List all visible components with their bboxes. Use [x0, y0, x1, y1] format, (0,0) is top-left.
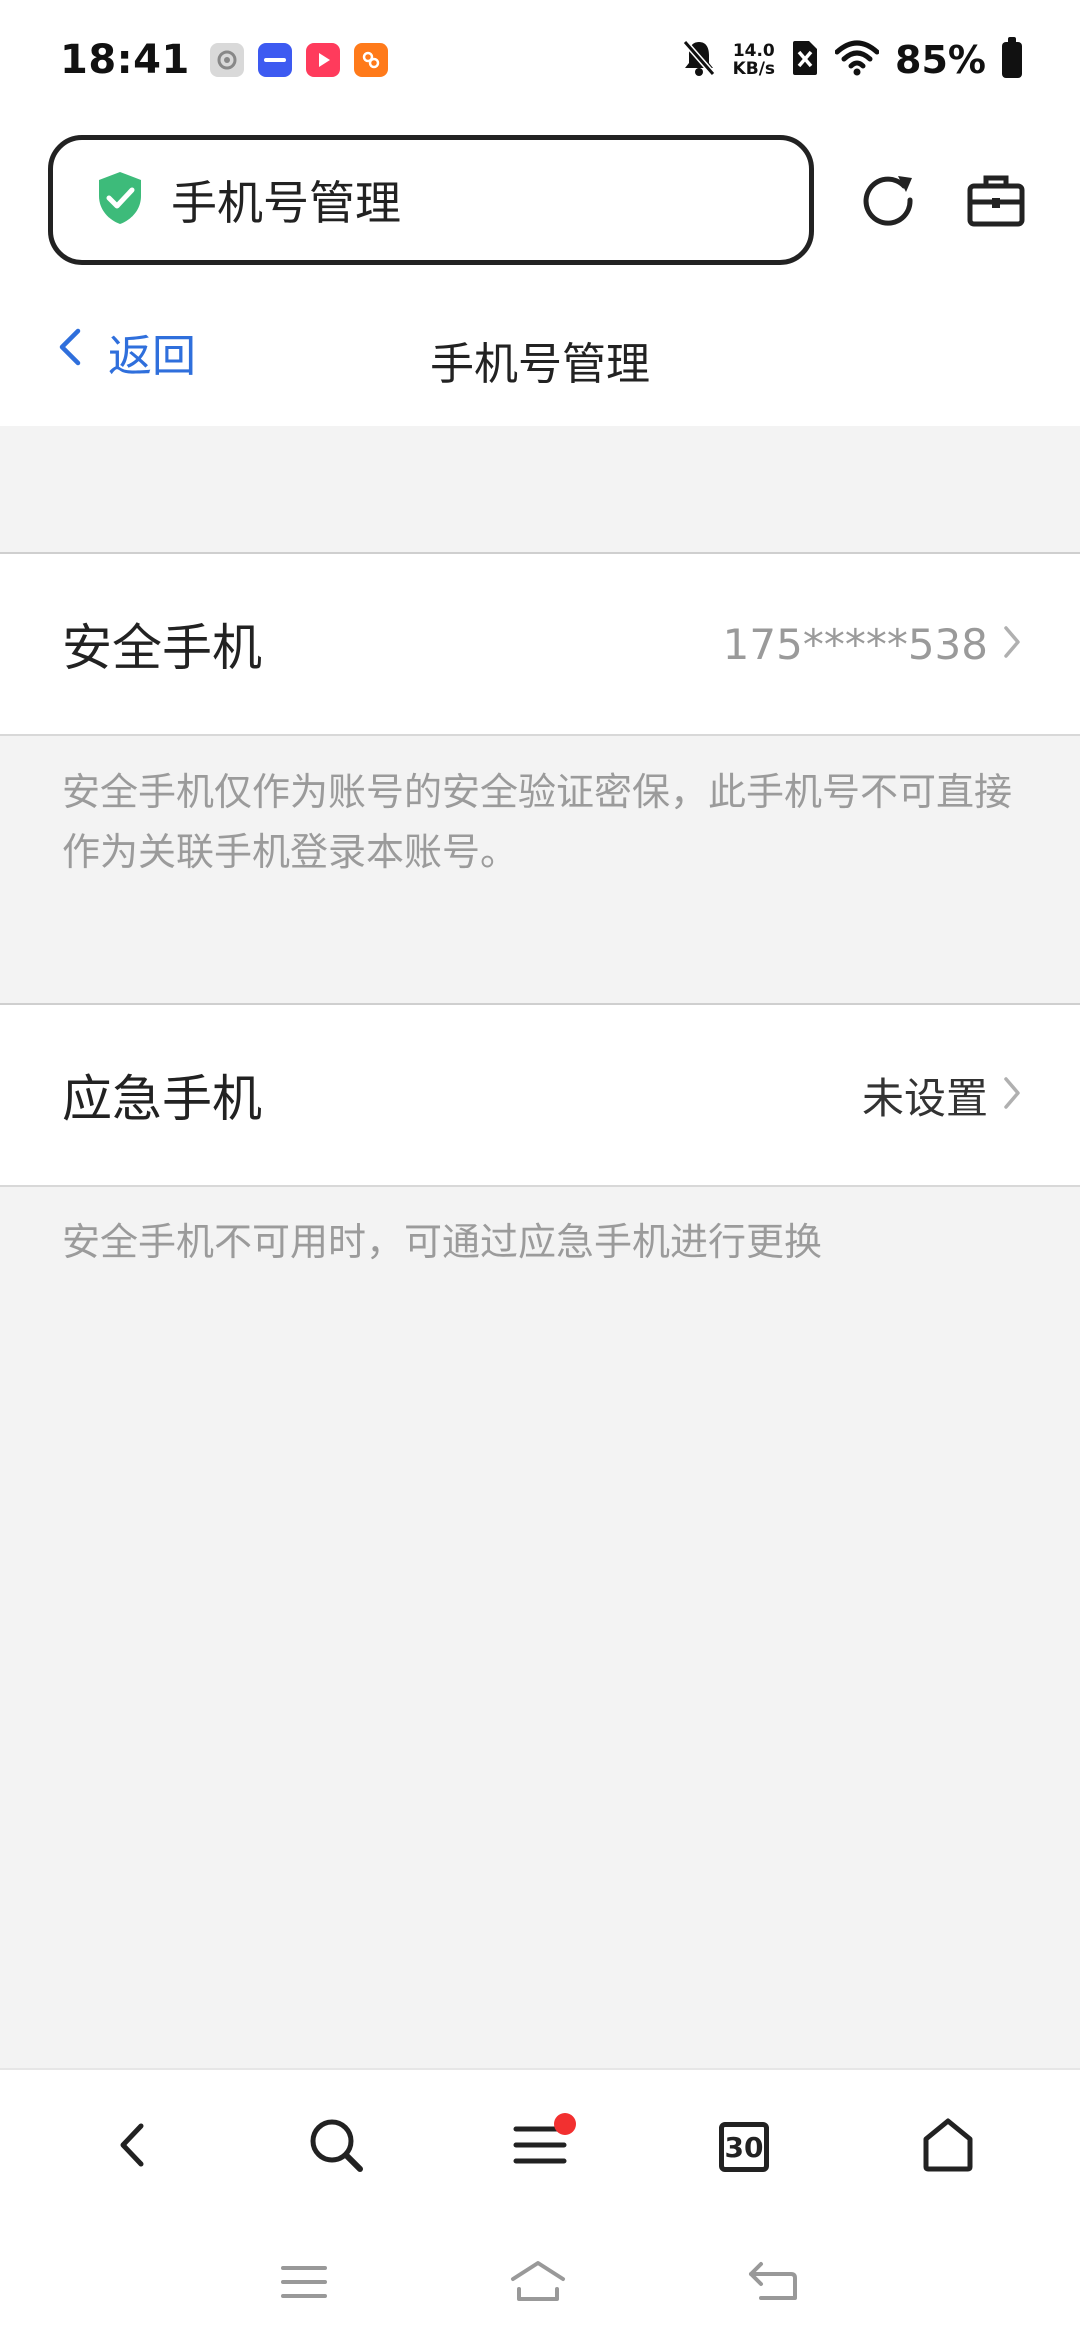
address-actions — [858, 170, 1026, 230]
net-speed: 14.0 KB/s — [733, 42, 775, 78]
status-time: 18:41 — [60, 37, 190, 83]
tabs-count: 30 — [719, 2122, 769, 2172]
secure-phone-row[interactable]: 安全手机 175*****538 — [0, 552, 1080, 736]
search-button[interactable] — [276, 2087, 396, 2207]
secure-phone-right: 175*****538 — [723, 620, 1022, 669]
sim-x-icon — [791, 39, 819, 81]
refresh-icon[interactable] — [858, 170, 918, 230]
vivo-app-icon — [257, 43, 292, 77]
page-title: 手机号管理 — [430, 339, 650, 390]
emergency-phone-row[interactable]: 应急手机 未设置 — [0, 1003, 1080, 1187]
system-home-icon[interactable] — [509, 2259, 567, 2309]
emergency-phone-value: 未设置 — [861, 1073, 988, 1123]
secure-phone-label: 安全手机 — [62, 619, 262, 677]
search-icon — [308, 2117, 364, 2177]
net-speed-value: 14.0 — [732, 41, 775, 61]
battery-percent: 85% — [895, 38, 986, 82]
battery-icon — [1002, 37, 1022, 78]
emergency-phone-right: 未设置 — [862, 1065, 1022, 1126]
page-header: 返回 手机号管理 — [0, 280, 1080, 426]
video-app-icon — [305, 43, 340, 77]
system-nav-bar — [0, 2224, 1080, 2344]
browser-toolbar: 30 — [0, 2068, 1080, 2224]
screen: 18:41 14.0 KB/s 85% 手机号管理 返回 手机号管理 安全手机 … — [0, 0, 1080, 2344]
notification-dot — [554, 2113, 576, 2135]
emergency-phone-label: 应急手机 — [62, 1070, 262, 1128]
status-right: 14.0 KB/s 85% — [681, 37, 1022, 82]
mute-bell-icon — [681, 38, 717, 82]
browser-address-row: 手机号管理 — [0, 120, 1080, 280]
back-nav-button[interactable] — [72, 2087, 192, 2207]
address-bar[interactable]: 手机号管理 — [48, 135, 814, 265]
shop-app-icon — [353, 43, 388, 77]
chevron-right-icon — [1002, 624, 1022, 664]
shield-check-icon — [95, 170, 145, 230]
address-text: 手机号管理 — [171, 176, 401, 230]
system-back-icon[interactable] — [747, 2260, 801, 2308]
status-left: 18:41 — [60, 37, 388, 83]
emergency-phone-description: 安全手机不可用时，可通过应急手机进行更换 — [62, 1220, 823, 1264]
status-bar: 18:41 14.0 KB/s 85% — [0, 0, 1080, 120]
menu-button[interactable] — [480, 2087, 600, 2207]
settings-app-icon — [209, 43, 244, 77]
toolbox-icon[interactable] — [966, 172, 1026, 228]
chevron-right-icon — [1002, 1075, 1022, 1115]
home-button[interactable] — [888, 2087, 1008, 2207]
net-speed-unit: KB/s — [732, 59, 776, 79]
chevron-left-icon — [115, 2120, 149, 2174]
home-icon — [920, 2117, 976, 2177]
recent-apps-icon[interactable] — [279, 2262, 329, 2306]
wifi-icon — [834, 40, 880, 80]
tabs-button[interactable]: 30 — [684, 2087, 804, 2207]
secure-phone-description: 安全手机仅作为账号的安全验证密保，此手机号不可直接作为关联手机登录本账号。 — [62, 770, 1013, 874]
secure-phone-value: 175*****538 — [722, 619, 988, 669]
